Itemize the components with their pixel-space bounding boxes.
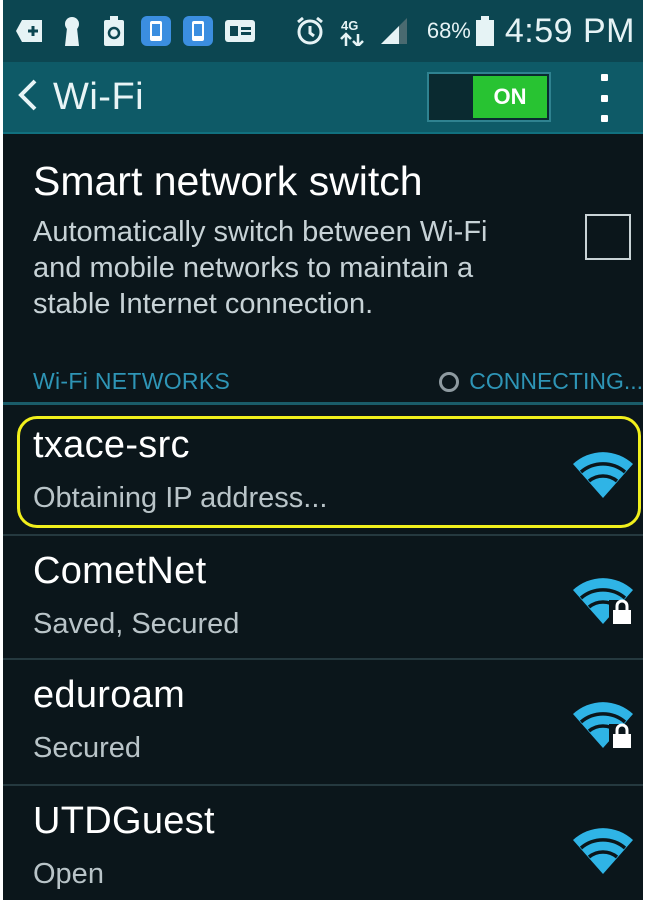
phone-update-icon: [141, 16, 171, 46]
back-button[interactable]: Wi-Fi: [3, 61, 144, 133]
battery-percent: 68%: [426, 18, 471, 43]
screen-title: Wi-Fi: [53, 75, 145, 118]
wifi-secured-icon: [573, 578, 635, 626]
more-dot-icon: [600, 115, 608, 122]
keyhole-icon: [57, 16, 87, 46]
smart-network-switch-row[interactable]: Smart network switch Automatically switc…: [3, 136, 643, 346]
network-status: Open: [33, 858, 104, 890]
status-bar: 4G 68% 4:59 PM: [3, 0, 643, 62]
clock: 4:59 PM: [504, 11, 635, 50]
connecting-label: CONNECTING...: [469, 368, 643, 394]
network-row-utdguest[interactable]: UTDGuest Open: [3, 786, 643, 900]
wifi-settings-screen: 4G 68% 4:59 PM Wi-Fi ON Smart network sw…: [3, 0, 643, 900]
add-box-icon: [15, 16, 45, 46]
network-name: eduroam: [33, 674, 186, 716]
spinner-icon: [439, 371, 460, 392]
smart-switch-description: Automatically switch between Wi-Fi and m…: [33, 216, 488, 320]
svg-text:4G: 4G: [341, 18, 358, 33]
wifi-toggle[interactable]: ON: [427, 72, 551, 122]
section-divider: [3, 402, 643, 405]
smart-switch-title: Smart network switch: [33, 158, 423, 204]
battery-icon: [475, 16, 495, 46]
network-status: Saved, Secured: [33, 608, 240, 640]
connecting-status: CONNECTING...: [439, 368, 643, 395]
action-bar: Wi-Fi ON: [3, 62, 643, 134]
network-row-eduroam[interactable]: eduroam Secured: [3, 660, 643, 784]
network-name: txace-src: [33, 424, 190, 466]
more-dot-icon: [600, 94, 608, 102]
chevron-left-icon: [17, 78, 39, 117]
smart-switch-checkbox[interactable]: [585, 214, 631, 260]
message-icon: [225, 16, 255, 46]
wifi-toggle-knob: ON: [473, 76, 547, 118]
network-row-txace-src[interactable]: txace-src Obtaining IP address...: [3, 410, 643, 534]
network-row-cometnet[interactable]: CometNet Saved, Secured: [3, 536, 643, 660]
network-status: Secured: [33, 732, 142, 764]
section-title: Wi-Fi NETWORKS: [33, 368, 231, 394]
alarm-icon: [295, 16, 325, 46]
network-name: UTDGuest: [33, 800, 215, 842]
wifi-signal-icon: [573, 452, 633, 498]
recycle-battery-icon: [99, 16, 129, 46]
wifi-secured-icon: [573, 702, 635, 750]
4g-signal-icon: 4G: [337, 16, 367, 46]
more-dot-icon: [600, 74, 608, 81]
wifi-networks-header: Wi-Fi NETWORKS CONNECTING...: [3, 360, 643, 404]
network-name: CometNet: [33, 550, 207, 592]
phone-update-icon: [183, 16, 213, 46]
overflow-menu-button[interactable]: [585, 74, 623, 122]
cell-signal-icon: [379, 16, 409, 46]
network-status: Obtaining IP address...: [33, 482, 328, 514]
wifi-signal-icon: [573, 828, 633, 874]
